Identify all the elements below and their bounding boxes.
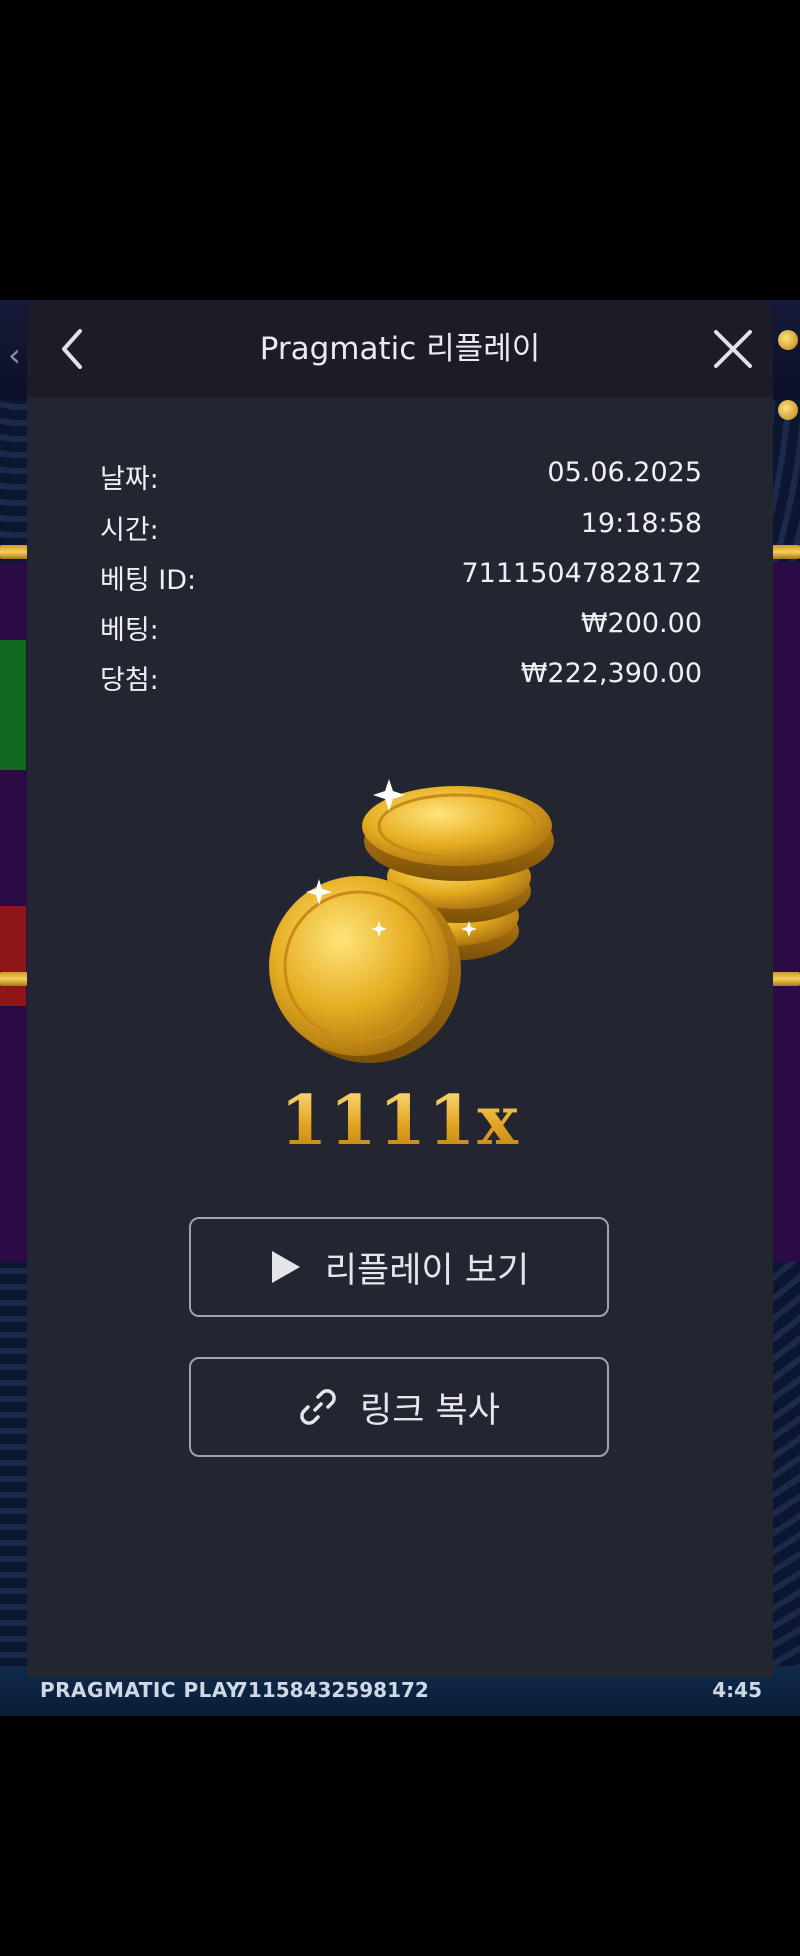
- coin-icon: [778, 400, 798, 420]
- reel-frame-bar: [770, 545, 800, 559]
- detail-value: 71115047828172: [461, 558, 703, 589]
- provider-label: PRAGMATIC PLAY: [40, 1678, 241, 1702]
- modal-title: Pragmatic 리플레이: [259, 331, 541, 367]
- detail-row-bet-id: 베팅 ID: 71115047828172: [100, 558, 702, 602]
- detail-label: 날짜:: [100, 464, 159, 495]
- link-icon: [300, 1389, 336, 1425]
- back-button[interactable]: [45, 321, 101, 377]
- gold-coins-icon: [269, 779, 554, 1063]
- detail-value: ₩200.00: [580, 608, 702, 639]
- replay-modal: Pragmatic 리플레이 날짜: 05.06.2025 시간: 19:18:…: [27, 301, 773, 1677]
- play-icon: [271, 1251, 300, 1283]
- reel-frame-bar: [0, 972, 30, 986]
- reel-strip-right: [772, 562, 800, 1262]
- symbol-tile: [0, 640, 26, 770]
- round-id: 71158432598172: [234, 1678, 429, 1702]
- copy-link-label: 링크 복사: [360, 1390, 500, 1431]
- watch-replay-button[interactable]: 리플레이 보기: [189, 1217, 609, 1317]
- background-back-icon[interactable]: ‹: [8, 336, 21, 374]
- watch-replay-label: 리플레이 보기: [324, 1250, 530, 1291]
- detail-row-bet: 베팅: ₩200.00: [100, 608, 702, 652]
- detail-label: 베팅:: [100, 615, 159, 646]
- detail-row-win: 당첨: ₩222,390.00: [100, 658, 702, 702]
- detail-value: 05.06.2025: [547, 457, 702, 488]
- chevron-left-icon: [62, 329, 82, 369]
- detail-row-time: 시간: 19:18:58: [100, 508, 702, 552]
- game-clock: 4:45: [712, 1678, 762, 1702]
- close-button[interactable]: [705, 321, 761, 377]
- close-icon: [714, 330, 752, 368]
- coin-icon: [778, 330, 798, 350]
- detail-label: 당첨:: [100, 665, 159, 696]
- detail-label: 베팅 ID:: [100, 565, 197, 596]
- copy-link-button[interactable]: 링크 복사: [189, 1357, 609, 1457]
- win-multiplier: 1111x: [27, 1081, 773, 1161]
- reel-frame-bar: [770, 972, 800, 986]
- detail-value: ₩222,390.00: [520, 658, 702, 689]
- reel-frame-bar: [0, 545, 30, 559]
- detail-value: 19:18:58: [580, 508, 702, 539]
- symbol-tile: [0, 906, 26, 1006]
- detail-label: 시간:: [100, 515, 159, 546]
- detail-row-date: 날짜: 05.06.2025: [100, 457, 702, 501]
